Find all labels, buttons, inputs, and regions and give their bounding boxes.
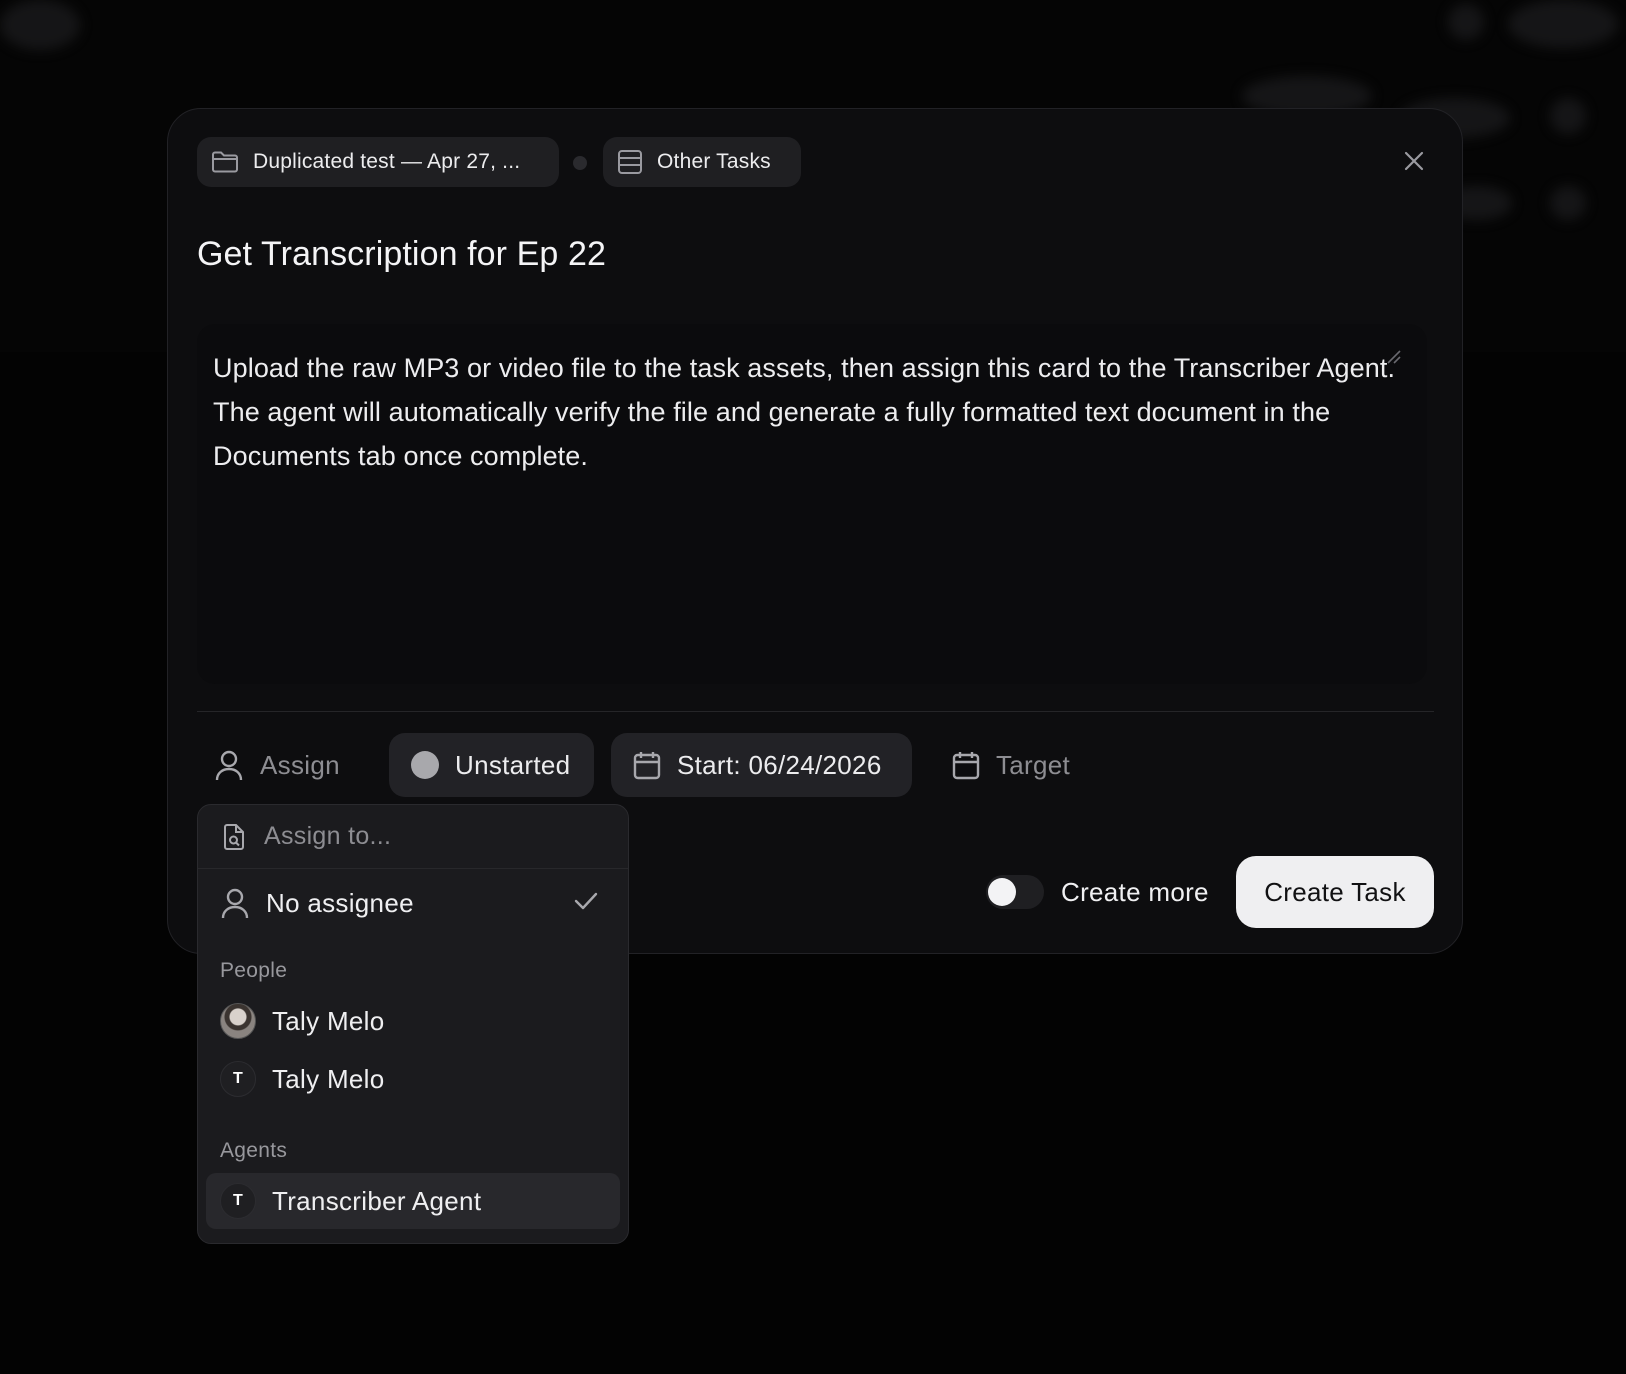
divider (197, 711, 1434, 712)
breadcrumb-separator (573, 156, 587, 170)
target-date-label: Target (996, 749, 1071, 780)
target-date-button[interactable]: Target (930, 733, 1092, 797)
status-button[interactable]: Unstarted (389, 733, 594, 797)
document-search-icon (224, 823, 244, 850)
no-assignee-label: No assignee (266, 887, 414, 918)
assign-search-input[interactable] (262, 821, 596, 852)
close-icon (1404, 151, 1424, 171)
calendar-icon (952, 752, 980, 780)
start-date-button[interactable]: Start: 06/24/2026 (611, 733, 912, 797)
background-blur-shape (1448, 4, 1484, 40)
list-breadcrumb[interactable]: Other Tasks (603, 137, 801, 187)
background-blur-shape (1550, 98, 1586, 134)
close-button[interactable] (1392, 139, 1436, 183)
agent-option[interactable]: T Transcriber Agent (206, 1173, 620, 1229)
status-label: Unstarted (455, 749, 571, 780)
status-circle-icon (411, 751, 439, 779)
person-option[interactable]: Taly Melo (206, 993, 620, 1049)
people-section-header: People (220, 959, 288, 982)
background-blur-shape (1550, 186, 1586, 220)
agent-name: Transcriber Agent (272, 1185, 482, 1216)
list-icon (618, 150, 642, 174)
task-description-input[interactable]: Upload the raw MP3 or video file to the … (197, 324, 1427, 684)
assign-dropdown: No assignee People Taly Melo T Taly Melo… (197, 804, 629, 1244)
create-task-button[interactable]: Create Task (1236, 856, 1434, 928)
assign-label: Assign (260, 749, 340, 780)
assign-button[interactable]: Assign (194, 733, 362, 797)
avatar: T (220, 1183, 256, 1219)
create-more-toggle[interactable] (986, 875, 1044, 909)
avatar: T (220, 1061, 256, 1097)
agents-section-header: Agents (220, 1139, 288, 1162)
no-assignee-option[interactable]: No assignee (206, 875, 620, 931)
start-date-label: Start: 06/24/2026 (677, 749, 882, 780)
background-blur-shape (0, 0, 80, 50)
background-blur-shape (1508, 0, 1618, 48)
create-more-label: Create more (1061, 877, 1209, 907)
task-title-input[interactable]: Get Transcription for Ep 22 (197, 235, 606, 274)
list-breadcrumb-label: Other Tasks (657, 150, 771, 173)
calendar-icon (633, 752, 661, 780)
toggle-knob (988, 878, 1016, 906)
user-icon (221, 888, 249, 919)
project-breadcrumb-label: Duplicated test — Apr 27, ... (253, 150, 521, 173)
person-name: Taly Melo (272, 1063, 385, 1094)
person-name: Taly Melo (272, 1005, 385, 1036)
resize-handle-icon[interactable] (1387, 350, 1401, 364)
person-option[interactable]: T Taly Melo (206, 1051, 620, 1107)
folder-icon (212, 151, 238, 173)
task-description-text: Upload the raw MP3 or video file to the … (213, 353, 1396, 471)
user-icon (215, 750, 243, 781)
assign-search (198, 805, 628, 869)
checkmark-icon (574, 892, 598, 910)
project-breadcrumb[interactable]: Duplicated test — Apr 27, ... (197, 137, 559, 187)
avatar (220, 1003, 256, 1039)
